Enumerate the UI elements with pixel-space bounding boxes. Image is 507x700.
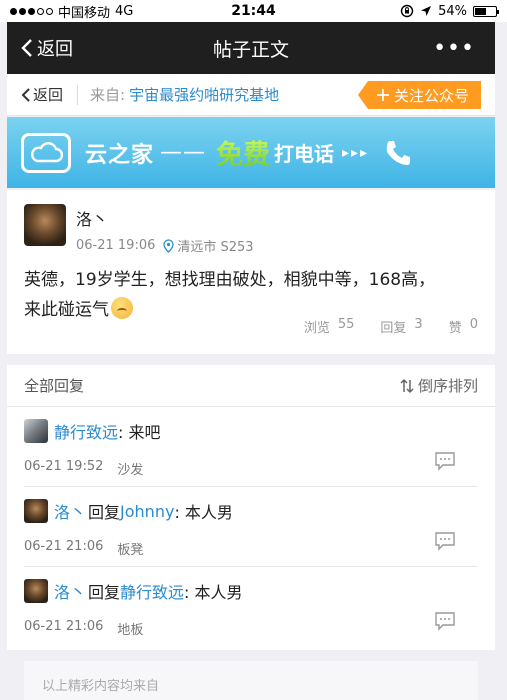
ad-banner[interactable]: 云之家 —— 免费 打电话 ▸▸▸ [7,117,495,188]
replies-header: 全部回复 倒序排列 [7,365,495,407]
source-back-button[interactable]: 返回 [7,84,63,105]
post-body-text: 来此碰运气 [24,300,109,320]
sort-label: 倒序排列 [417,377,478,395]
nav-back-label: 返回 [37,39,73,60]
reply-meta: 06-21 19:52 沙发 [24,459,478,478]
divider [77,84,79,105]
reply-item: 洛丶 回复 Johnny : 本人男 06-21 21:06 板凳 [24,487,478,567]
source-back-label: 返回 [33,86,64,104]
post-stats: 浏览 55 回复 3 赞 0 [304,317,478,336]
plus-icon [376,89,389,101]
reply-meta: 06-21 21:06 板凳 [24,539,478,558]
reply-line: 静行致远 : 来吧 [24,419,478,443]
nav-bar: 返回 帖子正文 ••• [7,22,495,74]
replies-title: 全部回复 [24,377,85,395]
reply-time: 06-21 19:52 [24,459,104,474]
reply-line: 洛丶 回复 Johnny : 本人男 [24,499,478,523]
reply-text: : 本人男 [184,583,243,602]
views-label: 浏览 [303,321,330,336]
post-location-label: 清远市 S253 [177,240,254,255]
reply-time: 06-21 21:06 [24,619,104,634]
likes-label: 赞 [448,321,462,336]
avatar[interactable] [24,579,48,603]
chevron-left-icon [21,87,30,102]
battery-icon [473,5,499,17]
post-card: 洛丶 06-21 19:06 清远市 S253 英德，19岁学生，想找理由破处，… [7,190,495,354]
banner-call: 打电话 [274,142,335,166]
like-button[interactable]: 赞 0 [449,317,478,336]
banner-dash: —— [160,140,207,165]
banner-brand: 云之家 [85,142,155,168]
cloud-icon [21,132,71,173]
reply-floor: 沙发 [117,463,144,478]
embarrassed-emoji-icon [111,297,133,319]
avatar[interactable] [24,499,48,523]
status-right: 54% [400,3,499,19]
reply-item: 洛丶 回复 静行致远 : 本人男 06-21 21:06 地板 [24,567,478,647]
reply-target[interactable]: Johnny [120,502,174,521]
reply-target[interactable]: 静行致远 [120,579,184,603]
reply-author[interactable]: 洛丶 [54,579,86,603]
battery-label: 54% [438,3,467,19]
follow-account-button[interactable]: 关注公众号 [357,81,481,109]
footer: 以上精彩内容均来自 [7,651,495,700]
reply-word: 回复 [88,583,121,602]
source-bar: 返回 来自: 宇宙最强约啪研究基地 关注公众号 [7,74,495,116]
views-stat: 浏览 55 [304,317,355,336]
comment-icon[interactable] [434,451,456,471]
reply-text: : 本人男 [174,503,233,522]
carrier-label: 中国移动 [58,5,111,21]
location-pin-icon [163,238,175,253]
reply-time: 06-21 21:06 [24,539,104,554]
status-left: 中国移动 4G [10,2,133,21]
post-location: 清远市 S253 [163,236,254,255]
replies-count: 3 [414,317,423,332]
reply-floor: 板凳 [117,543,144,558]
post-body-line: 英德，19岁学生，想找理由破处，相貌中等，168高， [24,270,436,290]
phone-icon [386,140,411,165]
avatar[interactable] [24,419,48,443]
likes-count: 0 [469,317,478,332]
source-from-label: 来自: [90,86,126,104]
rotation-lock-icon [400,4,414,18]
reply-author[interactable]: 洛丶 [54,499,86,523]
footer-notice: 以上精彩内容均来自 [24,661,478,700]
post-body: 英德，19岁学生，想找理由破处，相貌中等，168高， 来此碰运气 [24,265,478,325]
banner-arrows: ▸▸▸ [342,144,370,161]
post-time: 06-21 19:06 [76,238,156,253]
post-header: 洛丶 06-21 19:06 清远市 S253 [24,204,478,255]
network-label: 4G [115,3,134,19]
follow-label: 关注公众号 [393,86,469,105]
reply-line: 洛丶 回复 静行致远 : 本人男 [24,579,478,603]
sort-icon [400,378,414,393]
signal-icon [10,7,53,15]
reply-item: 静行致远 : 来吧 06-21 19:52 沙发 [24,407,478,487]
reply-meta: 06-21 21:06 地板 [24,619,478,638]
more-button[interactable]: ••• [433,36,495,61]
replies-label: 回复 [380,321,407,336]
reply-word: 回复 [88,503,121,522]
replies-section: 全部回复 倒序排列 静行致远 : 来吧 06-21 19:52 沙发 洛丶 回复… [7,365,495,650]
source-name-link[interactable]: 宇宙最强约啪研究基地 [129,84,279,105]
post-author[interactable]: 洛丶 [76,206,254,230]
reply-floor: 地板 [117,623,144,638]
status-bar: 中国移动 4G 21:44 54% [0,0,507,22]
avatar[interactable] [24,204,66,246]
banner-free: 免费 [216,133,270,172]
replies-stat[interactable]: 回复 3 [380,317,422,336]
comment-icon[interactable] [434,611,456,631]
views-count: 55 [337,317,355,332]
reply-author[interactable]: 静行致远 [54,419,118,443]
post-meta: 06-21 19:06 清远市 S253 [76,236,254,255]
location-arrow-icon [421,6,432,16]
reply-text: : 来吧 [118,423,161,442]
footer-text: 以上精彩内容均来自 [42,679,160,694]
chevron-left-icon [21,39,32,57]
comment-icon[interactable] [434,531,456,551]
sort-button[interactable]: 倒序排列 [400,375,478,396]
nav-back-button[interactable]: 返回 [7,35,73,61]
page-title: 帖子正文 [212,38,289,61]
